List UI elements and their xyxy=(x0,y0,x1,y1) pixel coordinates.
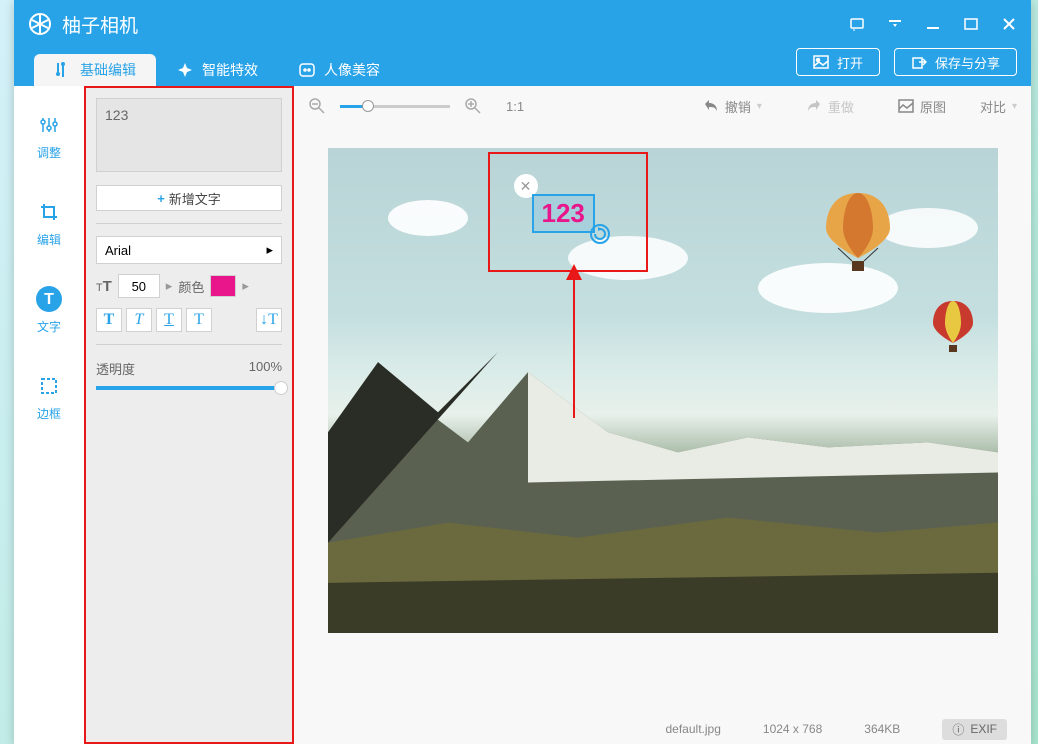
slider-thumb[interactable] xyxy=(362,100,374,112)
sidebar: 调整 编辑 T 文字 边框 xyxy=(14,86,84,744)
color-label: 颜色 xyxy=(178,277,204,296)
canvas-toolbar: 1:1 撤销 ▾ 重做 原图 对比 ▾ xyxy=(294,86,1031,126)
minimize-icon[interactable] xyxy=(925,16,941,32)
text-panel: + 新增文字 Arial ▸ TT ▸ 颜色 ▸ T T T T xyxy=(84,86,294,744)
undo-icon xyxy=(703,98,719,114)
close-icon[interactable] xyxy=(1001,16,1017,32)
titlebar[interactable]: 柚子相机 xyxy=(14,0,1031,48)
plus-icon: + xyxy=(157,191,165,206)
bold-button[interactable]: T xyxy=(96,308,122,332)
button-label: 对比 xyxy=(980,97,1006,116)
crop-icon xyxy=(36,199,62,225)
annotation-arrow xyxy=(573,268,575,418)
sliders-icon xyxy=(36,112,62,138)
save-share-button[interactable]: 保存与分享 xyxy=(894,48,1017,76)
canvas-text-object[interactable]: 123 xyxy=(532,194,595,233)
rotate-handle[interactable] xyxy=(590,224,610,244)
button-label: 原图 xyxy=(920,97,946,116)
main-tabs: 基础编辑 智能特效 人像美容 打开 保存与分享 xyxy=(14,48,1031,86)
zoom-actual-button[interactable]: 1:1 xyxy=(506,99,524,114)
button-label: 保存与分享 xyxy=(935,53,1000,72)
font-size-icon: TT xyxy=(96,278,112,295)
opacity-value: 100% xyxy=(249,359,282,378)
image-icon xyxy=(813,54,829,70)
tab-label: 基础编辑 xyxy=(80,60,136,80)
app-logo-icon xyxy=(28,12,52,36)
chevron-right-icon: ▸ xyxy=(266,242,273,258)
info-icon: ⓘ xyxy=(952,721,964,738)
feedback-icon[interactable] xyxy=(849,16,865,32)
sparkle-icon xyxy=(176,61,194,79)
redo-button[interactable]: 重做 xyxy=(806,97,854,116)
font-name: Arial xyxy=(105,243,131,258)
exif-button[interactable]: ⓘ EXIF xyxy=(942,719,1007,740)
divider xyxy=(96,223,282,224)
opacity-slider[interactable] xyxy=(96,386,282,390)
color-picker[interactable] xyxy=(210,275,236,297)
sidebar-item-frame[interactable]: 边框 xyxy=(36,373,62,422)
sidebar-item-text[interactable]: T 文字 xyxy=(36,286,62,335)
tab-label: 智能特效 xyxy=(202,60,258,80)
status-filesize: 364KB xyxy=(864,722,900,736)
add-text-button[interactable]: + 新增文字 xyxy=(96,185,282,211)
status-filename: default.jpg xyxy=(666,722,721,736)
sidebar-label: 文字 xyxy=(37,318,61,335)
sidebar-label: 边框 xyxy=(37,405,61,422)
tab-smart-effects[interactable]: 智能特效 xyxy=(156,54,278,86)
sidebar-label: 编辑 xyxy=(37,231,61,248)
tab-basic-edit[interactable]: 基础编辑 xyxy=(34,54,156,86)
opacity-label: 透明度 xyxy=(96,359,135,378)
tab-label: 人像美容 xyxy=(324,60,380,80)
edited-image[interactable]: ✕ 123 xyxy=(328,148,998,633)
zoom-in-icon[interactable] xyxy=(464,97,482,115)
x-icon: ✕ xyxy=(520,178,532,195)
font-size-input[interactable] xyxy=(118,274,160,298)
chevron-right-icon: ▸ xyxy=(166,278,173,294)
chevron-down-icon: ▾ xyxy=(1012,101,1017,112)
underline-button[interactable]: T xyxy=(156,308,182,332)
sidebar-label: 调整 xyxy=(37,144,61,161)
frame-icon xyxy=(36,373,62,399)
text-content: 123 xyxy=(542,198,585,228)
sidebar-item-edit[interactable]: 编辑 xyxy=(36,199,62,248)
text-icon: T xyxy=(36,286,62,312)
button-label: EXIF xyxy=(970,722,997,736)
text-input[interactable] xyxy=(96,98,282,172)
menu-dropdown-icon[interactable] xyxy=(887,16,903,32)
button-label: 撤销 xyxy=(725,97,751,116)
svg-text:T: T xyxy=(44,291,54,308)
button-label: 打开 xyxy=(837,53,863,72)
chevron-right-icon: ▸ xyxy=(242,278,249,294)
redo-icon xyxy=(806,98,822,114)
open-button[interactable]: 打开 xyxy=(796,48,880,76)
tools-icon xyxy=(54,61,72,79)
app-window: 柚子相机 基础编辑 智能特效 人像美容 打开 xyxy=(14,0,1031,744)
canvas-area: 1:1 撤销 ▾ 重做 原图 对比 ▾ xyxy=(294,86,1031,744)
zoom-slider[interactable] xyxy=(340,105,450,108)
font-selector[interactable]: Arial ▸ xyxy=(96,236,282,264)
face-icon xyxy=(298,61,316,79)
tab-portrait-beauty[interactable]: 人像美容 xyxy=(278,54,400,86)
canvas[interactable]: ✕ 123 xyxy=(294,126,1031,714)
compare-button[interactable]: 对比 ▾ xyxy=(980,97,1017,116)
vertical-text-button[interactable]: ↓T xyxy=(256,308,282,332)
text-overlay-annotation: ✕ 123 xyxy=(488,152,648,272)
chevron-down-icon: ▾ xyxy=(757,101,762,112)
button-label: 重做 xyxy=(828,97,854,116)
maximize-icon[interactable] xyxy=(963,16,979,32)
undo-button[interactable]: 撤销 ▾ xyxy=(703,97,762,116)
divider xyxy=(96,344,282,345)
zoom-out-icon[interactable] xyxy=(308,97,326,115)
strikethrough-button[interactable]: T xyxy=(186,308,212,332)
original-button[interactable]: 原图 xyxy=(898,97,946,116)
button-label: 新增文字 xyxy=(169,189,221,208)
italic-button[interactable]: T xyxy=(126,308,152,332)
image-icon xyxy=(898,98,914,114)
export-icon xyxy=(911,54,927,70)
slider-thumb[interactable] xyxy=(274,381,288,395)
sidebar-item-adjust[interactable]: 调整 xyxy=(36,112,62,161)
status-dimensions: 1024 x 768 xyxy=(763,722,822,736)
statusbar: default.jpg 1024 x 768 364KB ⓘ EXIF xyxy=(294,714,1031,744)
app-title: 柚子相机 xyxy=(62,11,138,38)
